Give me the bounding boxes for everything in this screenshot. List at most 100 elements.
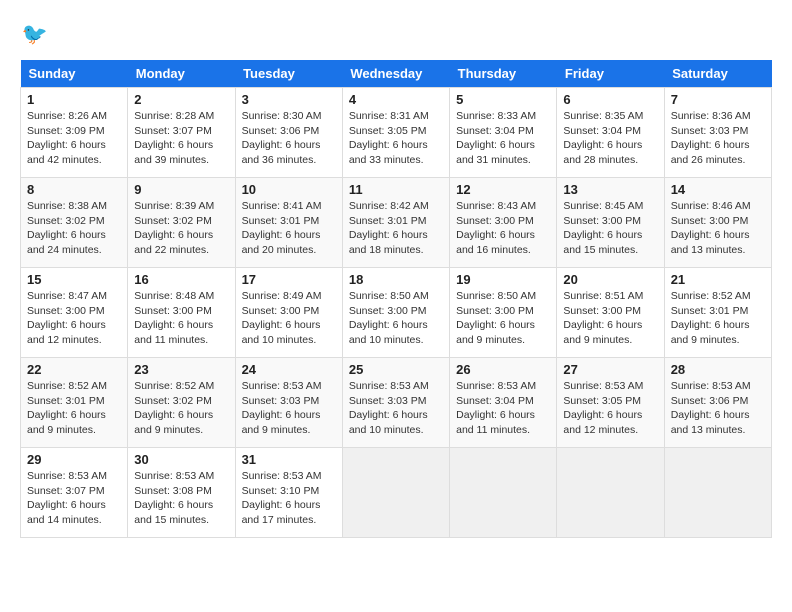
day-number: 1 [27,92,121,107]
day-info: Sunrise: 8:42 AMSunset: 3:01 PMDaylight:… [349,199,443,258]
day-info: Sunrise: 8:28 AMSunset: 3:07 PMDaylight:… [134,109,228,168]
day-number: 26 [456,362,550,377]
day-info: Sunrise: 8:52 AMSunset: 3:02 PMDaylight:… [134,379,228,438]
calendar-cell [342,448,449,538]
calendar-cell: 21 Sunrise: 8:52 AMSunset: 3:01 PMDayligh… [664,268,771,358]
calendar-cell: 13 Sunrise: 8:45 AMSunset: 3:00 PMDayligh… [557,178,664,268]
logo-icon: 🐦 [20,20,50,50]
day-number: 19 [456,272,550,287]
day-info: Sunrise: 8:45 AMSunset: 3:00 PMDaylight:… [563,199,657,258]
day-number: 15 [27,272,121,287]
day-info: Sunrise: 8:50 AMSunset: 3:00 PMDaylight:… [349,289,443,348]
day-info: Sunrise: 8:53 AMSunset: 3:07 PMDaylight:… [27,469,121,528]
day-number: 11 [349,182,443,197]
calendar-cell: 12Sunrise: 8:43 AMSunset: 3:00 PMDayligh… [450,178,557,268]
calendar-cell: 31 Sunrise: 8:53 AMSunset: 3:10 PMDayligh… [235,448,342,538]
calendar-header-row: SundayMondayTuesdayWednesdayThursdayFrid… [21,60,772,88]
page-header: 🐦 [20,20,772,50]
day-number: 5 [456,92,550,107]
calendar-cell: 14 Sunrise: 8:46 AMSunset: 3:00 PMDayligh… [664,178,771,268]
day-info: Sunrise: 8:50 AMSunset: 3:00 PMDaylight:… [456,289,550,348]
day-number: 29 [27,452,121,467]
calendar-cell: 25 Sunrise: 8:53 AMSunset: 3:03 PMDayligh… [342,358,449,448]
week-row-2: 8 Sunrise: 8:38 AMSunset: 3:02 PMDaylight… [21,178,772,268]
calendar-cell: 30Sunrise: 8:53 AMSunset: 3:08 PMDayligh… [128,448,235,538]
day-info: Sunrise: 8:53 AMSunset: 3:08 PMDaylight:… [134,469,228,528]
day-number: 22 [27,362,121,377]
day-number: 12 [456,182,550,197]
week-row-4: 22 Sunrise: 8:52 AMSunset: 3:01 PMDayligh… [21,358,772,448]
day-number: 17 [242,272,336,287]
calendar-cell: 28Sunrise: 8:53 AMSunset: 3:06 PMDayligh… [664,358,771,448]
day-number: 14 [671,182,765,197]
calendar-cell: 11 Sunrise: 8:42 AMSunset: 3:01 PMDayligh… [342,178,449,268]
day-info: Sunrise: 8:53 AMSunset: 3:06 PMDaylight:… [671,379,765,438]
day-info: Sunrise: 8:36 AMSunset: 3:03 PMDaylight:… [671,109,765,168]
day-number: 23 [134,362,228,377]
day-info: Sunrise: 8:35 AMSunset: 3:04 PMDaylight:… [563,109,657,168]
day-number: 7 [671,92,765,107]
day-number: 6 [563,92,657,107]
day-number: 8 [27,182,121,197]
calendar-cell: 5 Sunrise: 8:33 AMSunset: 3:04 PMDaylight… [450,88,557,178]
day-number: 13 [563,182,657,197]
day-info: Sunrise: 8:38 AMSunset: 3:02 PMDaylight:… [27,199,121,258]
day-info: Sunrise: 8:26 AMSunset: 3:09 PMDaylight:… [27,109,121,168]
day-number: 25 [349,362,443,377]
day-info: Sunrise: 8:53 AMSunset: 3:04 PMDaylight:… [456,379,550,438]
day-number: 2 [134,92,228,107]
calendar-cell: 17 Sunrise: 8:49 AMSunset: 3:00 PMDayligh… [235,268,342,358]
day-header-friday: Friday [557,60,664,88]
day-info: Sunrise: 8:53 AMSunset: 3:03 PMDaylight:… [242,379,336,438]
calendar-cell: 27Sunrise: 8:53 AMSunset: 3:05 PMDayligh… [557,358,664,448]
day-info: Sunrise: 8:46 AMSunset: 3:00 PMDaylight:… [671,199,765,258]
calendar-cell: 16 Sunrise: 8:48 AMSunset: 3:00 PMDayligh… [128,268,235,358]
day-info: Sunrise: 8:39 AMSunset: 3:02 PMDaylight:… [134,199,228,258]
day-number: 3 [242,92,336,107]
day-info: Sunrise: 8:49 AMSunset: 3:00 PMDaylight:… [242,289,336,348]
day-header-sunday: Sunday [21,60,128,88]
day-header-saturday: Saturday [664,60,771,88]
day-info: Sunrise: 8:31 AMSunset: 3:05 PMDaylight:… [349,109,443,168]
day-info: Sunrise: 8:48 AMSunset: 3:00 PMDaylight:… [134,289,228,348]
calendar-cell: 6 Sunrise: 8:35 AMSunset: 3:04 PMDaylight… [557,88,664,178]
calendar-table: SundayMondayTuesdayWednesdayThursdayFrid… [20,60,772,538]
calendar-cell [557,448,664,538]
day-info: Sunrise: 8:53 AMSunset: 3:03 PMDaylight:… [349,379,443,438]
day-info: Sunrise: 8:41 AMSunset: 3:01 PMDaylight:… [242,199,336,258]
day-header-monday: Monday [128,60,235,88]
calendar-cell: 7 Sunrise: 8:36 AMSunset: 3:03 PMDaylight… [664,88,771,178]
day-number: 4 [349,92,443,107]
day-number: 16 [134,272,228,287]
calendar-cell: 2 Sunrise: 8:28 AMSunset: 3:07 PMDaylight… [128,88,235,178]
calendar-cell: 4 Sunrise: 8:31 AMSunset: 3:05 PMDaylight… [342,88,449,178]
calendar-cell: 22 Sunrise: 8:52 AMSunset: 3:01 PMDayligh… [21,358,128,448]
calendar-cell: 20Sunrise: 8:51 AMSunset: 3:00 PMDayligh… [557,268,664,358]
day-info: Sunrise: 8:51 AMSunset: 3:00 PMDaylight:… [563,289,657,348]
day-number: 24 [242,362,336,377]
calendar-cell: 19 Sunrise: 8:50 AMSunset: 3:00 PMDayligh… [450,268,557,358]
calendar-cell: 29 Sunrise: 8:53 AMSunset: 3:07 PMDayligh… [21,448,128,538]
day-number: 31 [242,452,336,467]
calendar-cell: 9 Sunrise: 8:39 AMSunset: 3:02 PMDaylight… [128,178,235,268]
calendar-cell: 18Sunrise: 8:50 AMSunset: 3:00 PMDayligh… [342,268,449,358]
day-info: Sunrise: 8:52 AMSunset: 3:01 PMDaylight:… [27,379,121,438]
calendar-cell: 24 Sunrise: 8:53 AMSunset: 3:03 PMDayligh… [235,358,342,448]
week-row-1: 1 Sunrise: 8:26 AMSunset: 3:09 PMDaylight… [21,88,772,178]
calendar-cell: 1 Sunrise: 8:26 AMSunset: 3:09 PMDaylight… [21,88,128,178]
day-info: Sunrise: 8:53 AMSunset: 3:10 PMDaylight:… [242,469,336,528]
calendar-cell [450,448,557,538]
calendar-cell: 10Sunrise: 8:41 AMSunset: 3:01 PMDayligh… [235,178,342,268]
week-row-5: 29 Sunrise: 8:53 AMSunset: 3:07 PMDayligh… [21,448,772,538]
logo: 🐦 [20,20,54,50]
day-number: 21 [671,272,765,287]
day-header-thursday: Thursday [450,60,557,88]
week-row-3: 15 Sunrise: 8:47 AMSunset: 3:00 PMDayligh… [21,268,772,358]
day-number: 9 [134,182,228,197]
calendar-cell: 3Sunrise: 8:30 AMSunset: 3:06 PMDaylight… [235,88,342,178]
day-info: Sunrise: 8:47 AMSunset: 3:00 PMDaylight:… [27,289,121,348]
day-info: Sunrise: 8:53 AMSunset: 3:05 PMDaylight:… [563,379,657,438]
day-info: Sunrise: 8:33 AMSunset: 3:04 PMDaylight:… [456,109,550,168]
day-info: Sunrise: 8:52 AMSunset: 3:01 PMDaylight:… [671,289,765,348]
calendar-cell: 26 Sunrise: 8:53 AMSunset: 3:04 PMDayligh… [450,358,557,448]
